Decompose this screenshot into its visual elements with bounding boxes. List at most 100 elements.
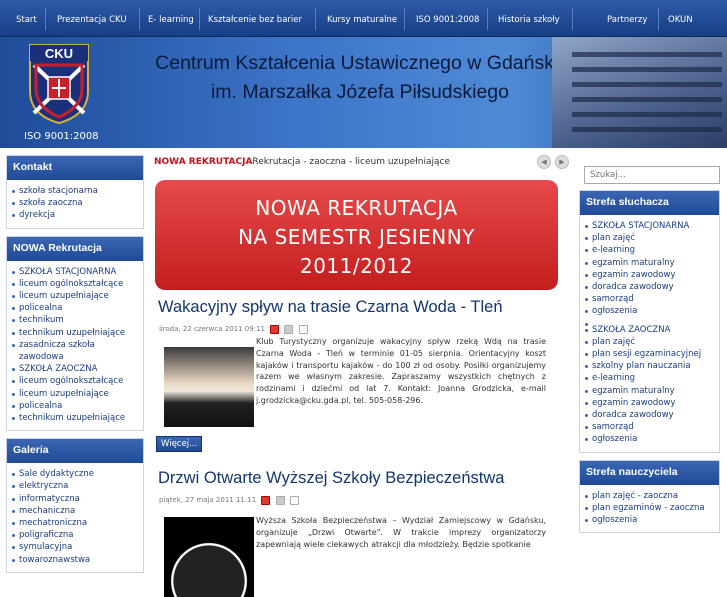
article-thumbnail [164, 347, 254, 427]
rekrutacja-module: NOWA Rekrutacja SZKOŁA STACJONARNA liceu… [6, 235, 144, 432]
article-title[interactable]: Wakacyjny spływ na trasie Czarna Woda - … [154, 298, 572, 317]
strefa-nauczyciela-list: plan zajęć - zaoczna plan egzaminów - za… [580, 485, 719, 533]
ticker-link[interactable]: Rekrutacja - zaoczna - liceum uzupełniaj… [252, 157, 450, 167]
nav-separator [404, 8, 405, 30]
print-icon[interactable] [284, 324, 294, 334]
site-title: Centrum Kształcenia Ustawicznego w Gdańs… [150, 49, 570, 107]
galeria-heading: Galeria [7, 439, 143, 464]
read-more-button[interactable]: Więcej... [156, 436, 203, 452]
news-ticker: NOWA REKRUTACJARekrutacja - zaoczna - li… [154, 153, 572, 171]
nav-okun[interactable]: OKUN [662, 0, 699, 37]
nav-separator [139, 8, 140, 30]
sluchacza-link[interactable]: SZKOŁA STACJONARNA [584, 220, 715, 232]
school-crest-logo[interactable]: CKU [28, 43, 90, 125]
pdf-icon[interactable] [261, 495, 271, 505]
article-body: Wyższa Szkoła Bezpieczeństwa – Wydział Z… [256, 516, 546, 549]
kontakt-link[interactable]: szkoła stacjonarna [11, 185, 139, 197]
strefa-nauczyciela-module: Strefa nauczyciela plan zajęć - zaoczna … [579, 459, 720, 534]
sluchacza-link[interactable]: ogłoszenia [584, 305, 715, 317]
sluchacza-link[interactable]: ogłoszenia [584, 433, 715, 445]
sluchacza-link[interactable]: egzamin maturalny [584, 385, 715, 397]
rekrutacja-link[interactable]: zasadnicza szkoła zawodowa [11, 339, 139, 363]
recruitment-banner[interactable]: NOWA REKRUTACJA NA SEMESTR JESIENNY 2011… [155, 180, 558, 290]
article-date: piątek, 27 maja 2011 11:11 [159, 496, 257, 504]
article-date: środa, 22 czerwca 2011 09:11 [159, 325, 265, 333]
nav-kursy-maturalne[interactable]: Kursy maturalne [321, 0, 403, 37]
article-thumbnail [164, 517, 254, 597]
email-icon[interactable] [289, 495, 299, 505]
sluchacza-link[interactable]: doradca zawodowy [584, 409, 715, 421]
rekrutacja-link[interactable]: liceum ogólnokształcące [11, 375, 139, 387]
sluchacza-link[interactable]: plan sesji egzaminacyjnej [584, 348, 715, 360]
nav-separator [658, 8, 659, 30]
ticker-next-icon[interactable]: ▶ [555, 155, 569, 169]
sluchacza-link[interactable]: samorząd [584, 421, 715, 433]
rekrutacja-link[interactable]: technikum [11, 314, 139, 326]
iso-certificate-label: ISO 9001:2008 [24, 131, 99, 142]
nav-partnerzy[interactable]: Partnerzy [601, 0, 653, 37]
crest-text: CKU [45, 46, 73, 61]
email-icon[interactable] [298, 324, 308, 334]
sluchacza-link[interactable]: szkolny plan nauczania [584, 360, 715, 372]
nauczyciela-link[interactable]: ogłoszenia [584, 514, 715, 526]
strefa-sluchacza-list: SZKOŁA STACJONARNA plan zajęć e-learning… [580, 215, 719, 452]
sluchacza-link[interactable]: egzamin zawodowy [584, 397, 715, 409]
galeria-module: Galeria Sale dydaktyczne elektryczna inf… [6, 438, 144, 573]
galeria-link[interactable]: elektryczna [11, 480, 139, 492]
galeria-list: Sale dydaktyczne elektryczna informatycz… [7, 463, 143, 572]
galeria-link[interactable]: poligraficzna [11, 529, 139, 541]
galeria-link[interactable]: mechaniczna [11, 505, 139, 517]
kontakt-heading: Kontakt [7, 156, 143, 180]
galeria-link[interactable]: informatyczna [11, 493, 139, 505]
nav-start[interactable]: Start [10, 0, 43, 37]
rekrutacja-list: SZKOŁA STACJONARNA liceum ogólnokształcą… [7, 261, 143, 431]
print-icon[interactable] [275, 495, 285, 505]
rekrutacja-link[interactable]: liceum uzupełniające [11, 388, 139, 400]
nav-ksztalcenie[interactable]: Kształcenie bez barier [202, 0, 308, 37]
sluchacza-link[interactable]: e-learning [584, 244, 715, 256]
rekrutacja-link[interactable]: policealna [11, 302, 139, 314]
search-input[interactable] [584, 166, 720, 184]
sluchacza-link[interactable]: egzamin zawodowy [584, 269, 715, 281]
nav-iso[interactable]: ISO 9001:2008 [410, 0, 485, 37]
rekrutacja-link[interactable]: technikum uzupełniające [11, 327, 139, 339]
galeria-link[interactable]: symulacyjna [11, 541, 139, 553]
article-meta: środa, 22 czerwca 2011 09:11 [154, 323, 572, 335]
rekrutacja-link[interactable]: technikum uzupełniające [11, 412, 139, 424]
sluchacza-link[interactable]: e-learning [584, 372, 715, 384]
kontakt-list: szkoła stacjonarna szkoła zaoczna dyrekc… [7, 180, 143, 228]
strefa-sluchacza-module: Strefa słuchacza SZKOŁA STACJONARNA plan… [579, 190, 720, 453]
nauczyciela-link[interactable]: plan egzaminów - zaoczna [584, 502, 715, 514]
strefa-sluchacza-heading: Strefa słuchacza [580, 191, 719, 215]
nav-historia[interactable]: Historia szkoły [492, 0, 566, 37]
kontakt-module: Kontakt szkoła stacjonarna szkoła zaoczn… [6, 155, 144, 229]
rekrutacja-link[interactable]: policealna [11, 400, 139, 412]
rekrutacja-link[interactable]: SZKOŁA STACJONARNA [11, 266, 139, 278]
nav-prezentacja[interactable]: Prezentacja CKU [51, 0, 133, 37]
nauczyciela-link[interactable]: plan zajęć - zaoczna [584, 490, 715, 502]
rekrutacja-link[interactable]: liceum ogólnokształcące [11, 278, 139, 290]
article-title[interactable]: Drzwi Otwarte Wyższej Szkoły Bezpieczeńs… [154, 469, 572, 488]
nav-e-learning[interactable]: E- learning [142, 0, 200, 37]
ticker-prev-icon[interactable]: ◀ [537, 155, 551, 169]
sluchacza-link[interactable]: doradca zawodowy [584, 281, 715, 293]
galeria-link[interactable]: mechatroniczna [11, 517, 139, 529]
rekrutacja-heading: NOWA Rekrutacja [7, 236, 143, 261]
site-header: CKU ISO 9001:2008 Centrum Kształcenia Us… [0, 37, 727, 148]
kontakt-link[interactable]: szkoła zaoczna [11, 197, 139, 209]
right-sidebar: Strefa słuchacza SZKOŁA STACJONARNA plan… [579, 157, 720, 540]
building-photo [552, 37, 727, 148]
sluchacza-link[interactable]: plan zajęć [584, 336, 715, 348]
rekrutacja-link[interactable]: liceum uzupełniające [11, 290, 139, 302]
pdf-icon[interactable] [270, 324, 280, 334]
sluchacza-link[interactable]: SZKOŁA ZAOCZNA [584, 324, 715, 336]
sluchacza-link[interactable]: egzamin maturalny [584, 257, 715, 269]
rekrutacja-link[interactable]: SZKOŁA ZAOCZNA [11, 363, 139, 375]
banner-line1: NOWA REKRUTACJA [255, 196, 458, 220]
sluchacza-link[interactable]: plan zajęć [584, 232, 715, 244]
top-navigation: Start Prezentacja CKU E- learning Kształ… [0, 0, 727, 37]
sluchacza-link[interactable]: samorząd [584, 293, 715, 305]
kontakt-link[interactable]: dyrekcja [11, 209, 139, 221]
galeria-link[interactable]: Sale dydaktyczne [11, 468, 139, 480]
galeria-link[interactable]: towaroznawstwa [11, 554, 139, 566]
